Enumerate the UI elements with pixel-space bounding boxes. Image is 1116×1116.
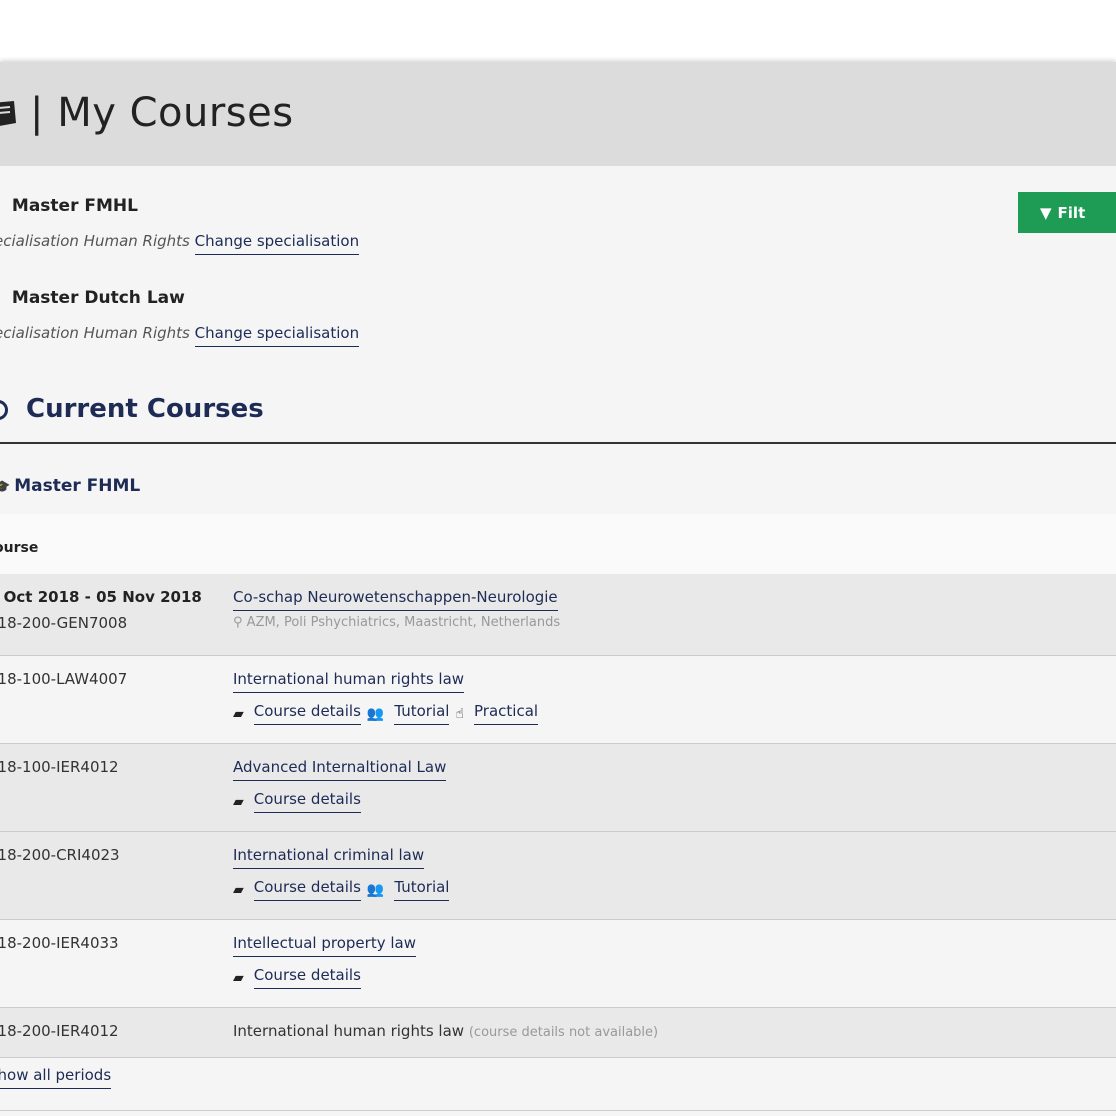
change-specialisation-link[interactable]: Change specialisation [194,324,360,347]
show-all-periods-link[interactable]: Show all periods [0,1066,112,1089]
course-details-link[interactable]: Course details [253,878,361,901]
change-specialisation-link[interactable]: Change specialisation [194,232,360,255]
page-header: | My Courses [0,62,1116,166]
book-icon: ▰ [233,705,244,722]
divider [0,1110,1116,1111]
course-details-link[interactable]: Course details [253,702,361,725]
main-content: ▾ Master FMHL ecialisation Human Rights … [0,166,1116,1116]
graduation-cap-icon: ▾ [0,200,6,214]
show-all-periods: Show all periods [0,1066,112,1089]
course-code: 018-200-IER4033 [0,934,119,952]
program-fmhl: ▾ Master FMHL ecialisation Human Rights … [0,196,360,255]
course-title: International human rights law [233,1022,465,1040]
course-title-link[interactable]: Co-schap Neurowetenschappen-Neurologie [233,588,558,611]
book-icon [0,101,16,126]
tutorial-link[interactable]: Tutorial [394,878,450,901]
table-row: 018-200-CRI4023 International criminal l… [0,832,1116,920]
specialisation-text: ecialisation Human Rights [0,324,190,342]
clock-icon [0,400,8,420]
table-row: 018-100-LAW4007 International human righ… [0,656,1116,744]
users-icon: 👥 [366,705,385,722]
filter-button[interactable]: ▼ Filt [1018,192,1116,233]
book-icon: ▰ [233,793,244,810]
program-name: Master FMHL [11,196,138,216]
graduation-cap-icon: ▾ [0,292,6,306]
course-code: 018-100-IER4012 [0,758,119,776]
course-code: 018-200-CRI4023 [0,846,120,864]
course-code: 018-200-IER4012 [0,1022,119,1040]
current-courses-header: Current Courses [0,394,1116,444]
section-title: Current Courses [26,394,264,424]
table-row: 018-100-IER4012 Advanced Internaltional … [0,744,1116,832]
program-group-header: 🎓 Master FHML [0,476,1116,515]
course-location: AZM, Poli Pshychiatrics, Maastricht, Net… [246,615,561,630]
table-row: 018-200-IER4033 Intellectual property la… [0,920,1116,1008]
top-bar [0,0,1116,62]
course-date: 3 Oct 2018 - 05 Nov 2018 [0,588,202,606]
specialisation-text: ecialisation Human Rights [0,232,190,250]
practical-link[interactable]: Practical [474,702,539,725]
course-title-link[interactable]: Intellectual property law [233,934,416,957]
table-row: 018-200-IER4012 International human righ… [0,1008,1116,1058]
page-title: | My Courses [30,90,294,136]
course-table: 3 Oct 2018 - 05 Nov 2018 018-200-GEN7008… [0,574,1116,1058]
course-code: 018-100-LAW4007 [0,670,128,688]
users-icon: 👥 [366,881,385,898]
course-title-link[interactable]: International criminal law [233,846,425,869]
course-details-link[interactable]: Course details [253,966,361,989]
program-name: Master Dutch Law [11,288,185,308]
column-header-course: ourse [0,540,39,556]
map-marker-icon: ⚲ [233,615,243,630]
details-unavailable-note: (course details not available) [468,1025,659,1040]
hand-pointer-icon: ☝ [455,705,465,722]
course-title-link[interactable]: International human rights law [233,670,465,693]
book-icon: ▰ [233,881,244,898]
course-code: 018-200-GEN7008 [0,614,128,632]
course-title-link[interactable]: Advanced Internaltional Law [233,758,447,781]
book-icon: ▰ [233,969,244,986]
filter-icon: ▼ [1040,203,1052,222]
course-details-link[interactable]: Course details [253,790,361,813]
table-row: 3 Oct 2018 - 05 Nov 2018 018-200-GEN7008… [0,574,1116,656]
tutorial-link[interactable]: Tutorial [394,702,450,725]
table-header: ourse [0,514,1116,575]
program-dutch-law: ▾ Master Dutch Law ecialisation Human Ri… [0,288,360,347]
graduation-cap-icon: 🎓 [0,480,11,495]
